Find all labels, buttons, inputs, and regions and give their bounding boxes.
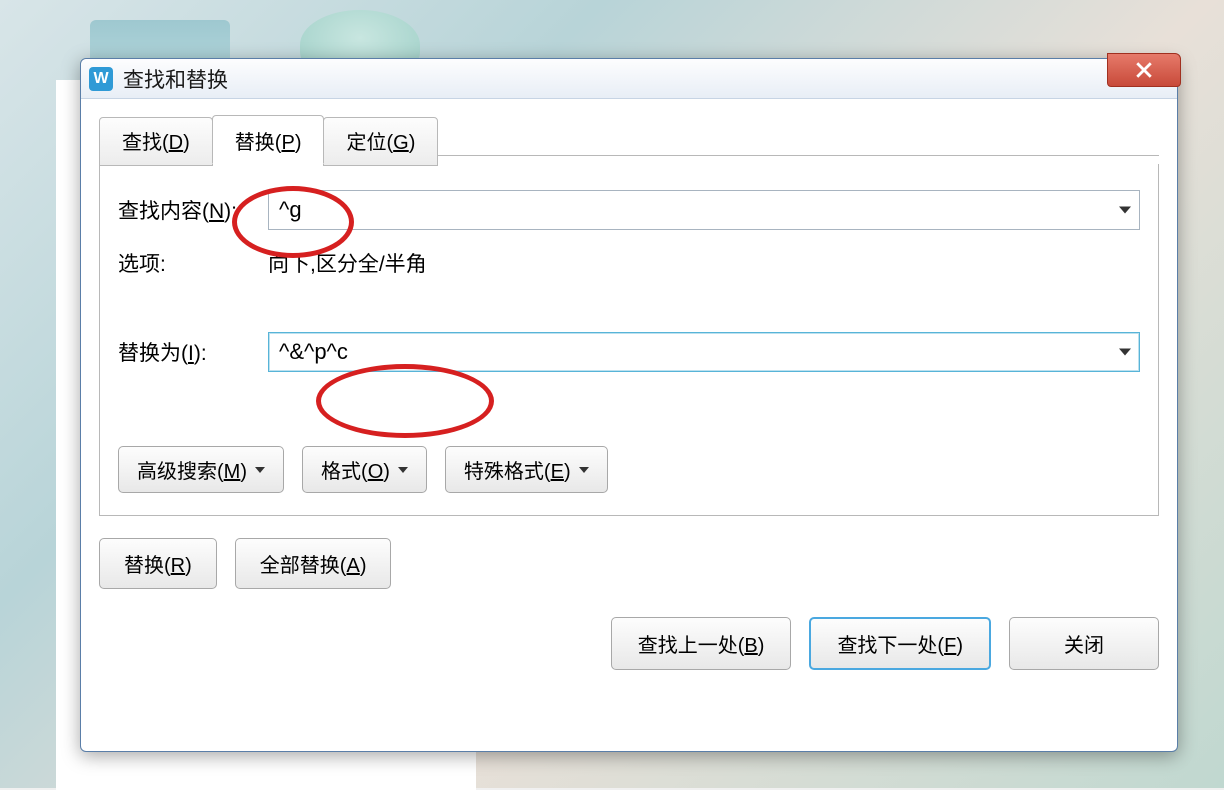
titlebar: W 查找和替换 bbox=[81, 59, 1177, 99]
footer-button-row: 查找上一处(B) 查找下一处(F) 关闭 bbox=[99, 617, 1159, 670]
tab-goto-key: G bbox=[393, 132, 409, 154]
find-next-button[interactable]: 查找下一处(F) bbox=[809, 617, 991, 670]
tab-replace-label: 替换( bbox=[235, 132, 282, 154]
tab-find-key: D bbox=[169, 132, 183, 154]
tab-panel-replace: 查找内容(N): ^g 选项: 向下,区分全/半角 替换为(I): ^&^p^c bbox=[99, 164, 1159, 516]
replace-label: 替换为(I): bbox=[118, 337, 268, 367]
find-replace-dialog: W 查找和替换 查找(D) 替换(P) 定位(G) bbox=[80, 58, 1178, 752]
advanced-search-button[interactable]: 高级搜索(M) bbox=[118, 446, 284, 493]
app-icon: W bbox=[89, 67, 113, 91]
tab-strip: 查找(D) 替换(P) 定位(G) bbox=[99, 115, 1159, 164]
format-button[interactable]: 格式(O) bbox=[302, 446, 427, 493]
tab-find[interactable]: 查找(D) bbox=[99, 117, 213, 166]
find-prev-button[interactable]: 查找上一处(B) bbox=[611, 617, 792, 670]
tab-goto-suffix: ) bbox=[409, 132, 416, 154]
close-dialog-label: 关闭 bbox=[1064, 629, 1104, 658]
replace-all-button[interactable]: 全部替换(A) bbox=[235, 538, 392, 589]
find-label: 查找内容(N): bbox=[118, 195, 268, 225]
find-row: 查找内容(N): ^g bbox=[118, 190, 1140, 230]
dialog-title: 查找和替换 bbox=[123, 64, 228, 94]
tab-replace[interactable]: 替换(P) bbox=[212, 115, 325, 164]
replace-input-value: ^&^p^c bbox=[279, 339, 348, 365]
options-label: 选项: bbox=[118, 248, 268, 278]
replace-input[interactable]: ^&^p^c bbox=[268, 332, 1140, 372]
replace-button[interactable]: 替换(R) bbox=[99, 538, 217, 589]
tab-find-label: 查找( bbox=[122, 132, 169, 154]
tab-replace-suffix: ) bbox=[295, 132, 302, 154]
replace-row: 替换为(I): ^&^p^c bbox=[118, 332, 1140, 372]
find-input-value: ^g bbox=[279, 197, 302, 223]
advanced-button-row: 高级搜索(M) 格式(O) 特殊格式(E) bbox=[118, 446, 1140, 493]
dialog-body: 查找(D) 替换(P) 定位(G) 查找内容(N): ^g bbox=[81, 99, 1177, 751]
find-input[interactable]: ^g bbox=[268, 190, 1140, 230]
replace-action-row: 替换(R) 全部替换(A) bbox=[99, 538, 1159, 589]
tab-replace-key: P bbox=[281, 132, 294, 154]
close-button[interactable] bbox=[1107, 53, 1181, 87]
chevron-down-icon bbox=[579, 467, 589, 473]
tab-goto-label: 定位( bbox=[346, 132, 393, 154]
close-dialog-button[interactable]: 关闭 bbox=[1009, 617, 1159, 670]
special-format-button[interactable]: 特殊格式(E) bbox=[445, 446, 608, 493]
chevron-down-icon bbox=[398, 467, 408, 473]
tab-goto[interactable]: 定位(G) bbox=[323, 117, 438, 166]
close-icon bbox=[1135, 61, 1153, 79]
tab-find-suffix: ) bbox=[183, 132, 190, 154]
options-value: 向下,区分全/半角 bbox=[268, 248, 427, 278]
chevron-down-icon bbox=[1119, 207, 1131, 214]
chevron-down-icon bbox=[1119, 349, 1131, 356]
options-row: 选项: 向下,区分全/半角 bbox=[118, 248, 1140, 278]
chevron-down-icon bbox=[255, 467, 265, 473]
